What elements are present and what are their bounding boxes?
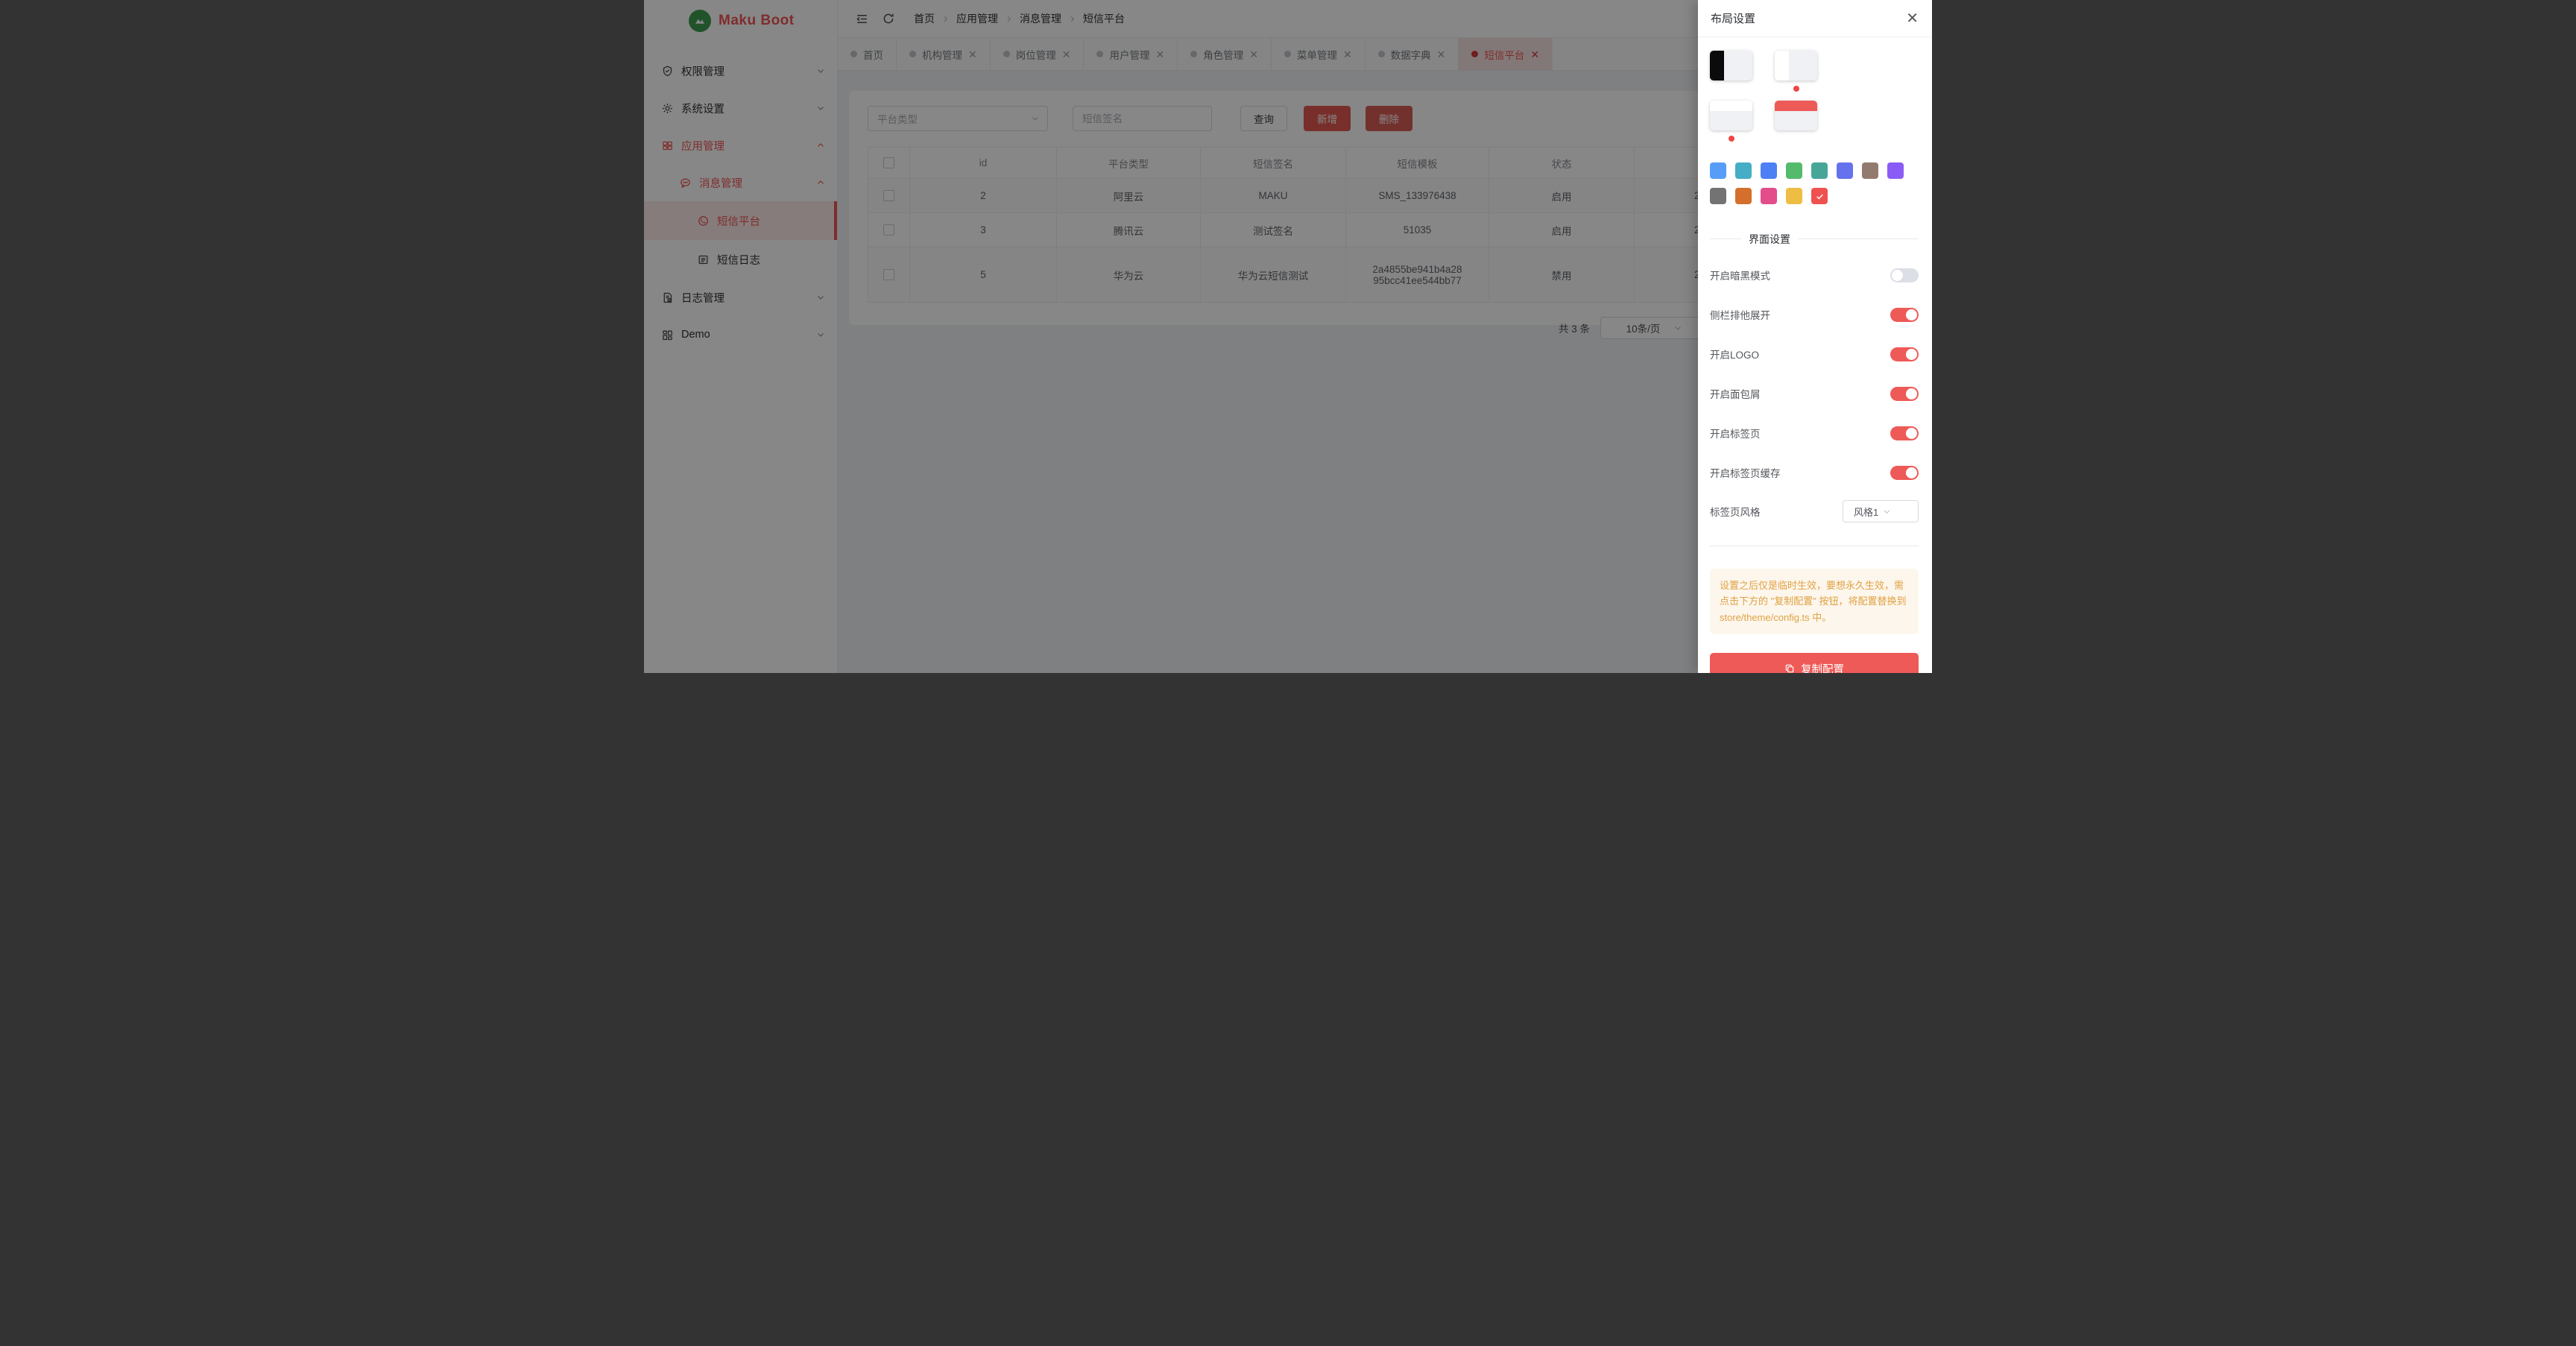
setting-logo: 开启LOGO bbox=[1710, 343, 1919, 365]
tabs-cache-toggle[interactable] bbox=[1890, 466, 1919, 480]
setting-sidebar-accordion: 侧栏排他展开 bbox=[1710, 303, 1919, 326]
theme-color-swatch[interactable] bbox=[1786, 162, 1802, 179]
copy-config-label: 复制配置 bbox=[1801, 661, 1844, 673]
drawer-title: 布局设置 bbox=[1711, 10, 1755, 26]
logo-toggle[interactable] bbox=[1890, 347, 1919, 361]
light-header-thumbnail bbox=[1710, 101, 1752, 130]
theme-color-swatch[interactable] bbox=[1761, 188, 1777, 204]
layout-option-light-header[interactable] bbox=[1710, 101, 1752, 142]
breadcrumb-toggle[interactable] bbox=[1890, 387, 1919, 401]
theme-color-swatch[interactable] bbox=[1735, 162, 1752, 179]
close-icon[interactable]: ✕ bbox=[1906, 11, 1919, 26]
chevron-down-icon bbox=[1883, 508, 1912, 516]
theme-color-swatch[interactable] bbox=[1837, 162, 1853, 179]
setting-tab-style: 标签页风格 风格1 bbox=[1710, 500, 1919, 522]
selected-dot bbox=[1793, 86, 1799, 92]
drawer-overlay[interactable] bbox=[644, 0, 1698, 673]
copy-config-button[interactable]: 复制配置 bbox=[1710, 653, 1919, 673]
theme-color-swatch[interactable] bbox=[1761, 162, 1777, 179]
check-icon bbox=[1815, 192, 1825, 201]
interface-settings-title: 界面设置 bbox=[1741, 232, 1798, 247]
tab-style-select[interactable]: 风格1 bbox=[1843, 500, 1919, 522]
sidebar-accordion-toggle[interactable] bbox=[1890, 308, 1919, 322]
selected-dot bbox=[1729, 136, 1734, 142]
theme-color-swatch[interactable] bbox=[1735, 188, 1752, 204]
theme-color-swatch[interactable] bbox=[1710, 188, 1726, 204]
theme-color-swatch[interactable] bbox=[1862, 162, 1878, 179]
layout-option-light-sidebar[interactable] bbox=[1775, 51, 1817, 92]
setting-breadcrumb: 开启面包屑 bbox=[1710, 382, 1919, 405]
layout-settings-drawer: 布局设置 ✕ bbox=[1698, 0, 1932, 673]
settings-notice: 设置之后仅是临时生效，要想永久生效，需点击下方的 "复制配置" 按钮，将配置替换… bbox=[1710, 569, 1919, 634]
theme-color-swatches bbox=[1710, 162, 1919, 204]
drawer-body: 界面设置 开启暗黑模式 侧栏排他展开 开启LOGO 开启面包屑 开启标签页 bbox=[1698, 37, 1932, 673]
layout-options bbox=[1710, 51, 1919, 142]
tab-style-value: 风格1 bbox=[1854, 505, 1883, 519]
primary-header-thumbnail bbox=[1775, 101, 1817, 130]
copy-icon bbox=[1784, 663, 1795, 673]
layout-option-dark-sidebar[interactable] bbox=[1710, 51, 1752, 92]
theme-color-swatch[interactable] bbox=[1786, 188, 1802, 204]
theme-color-swatch[interactable] bbox=[1887, 162, 1904, 179]
light-sidebar-thumbnail bbox=[1775, 51, 1817, 80]
layout-option-primary-header[interactable] bbox=[1775, 101, 1817, 142]
drawer-header: 布局设置 ✕ bbox=[1698, 0, 1932, 37]
setting-tabs-cache: 开启标签页缓存 bbox=[1710, 461, 1919, 484]
theme-color-swatch[interactable] bbox=[1811, 162, 1828, 179]
interface-settings-divider: 界面设置 bbox=[1710, 232, 1919, 247]
tab-style-label: 标签页风格 bbox=[1710, 504, 1761, 519]
setting-tabs: 开启标签页 bbox=[1710, 422, 1919, 444]
theme-color-swatch[interactable] bbox=[1710, 162, 1726, 179]
app-screen: Maku Boot 权限管理 系统设置 bbox=[644, 0, 1932, 673]
theme-color-swatch-selected[interactable] bbox=[1811, 188, 1828, 204]
dark-sidebar-thumbnail bbox=[1710, 51, 1752, 80]
setting-dark-mode: 开启暗黑模式 bbox=[1710, 264, 1919, 286]
tabs-toggle[interactable] bbox=[1890, 426, 1919, 440]
dark-mode-toggle[interactable] bbox=[1890, 268, 1919, 282]
